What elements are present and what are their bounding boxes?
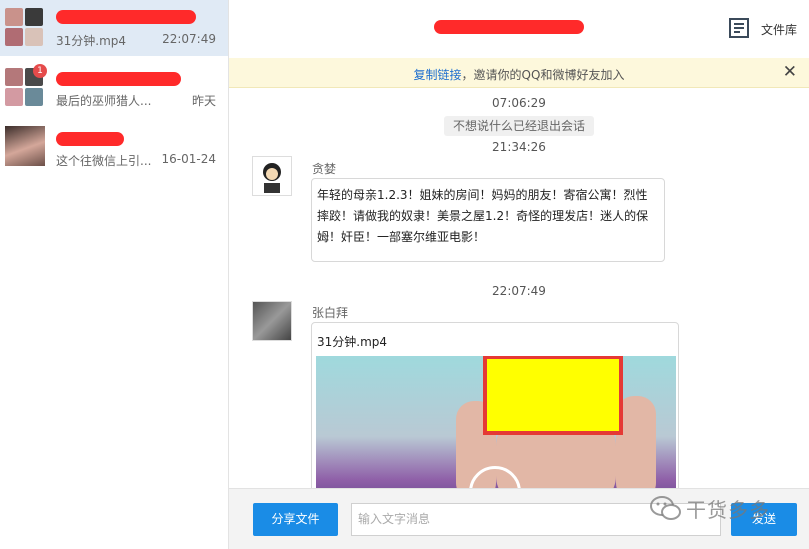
conversation-time: 16-01-24 <box>161 152 216 166</box>
sender-avatar <box>252 301 292 341</box>
conversation-item[interactable]: 31分钟.mp4 22:07:49 <box>0 0 228 56</box>
copy-link[interactable]: 复制链接 <box>414 68 462 82</box>
watermark-text: 干货多多 <box>686 498 770 522</box>
user-avatar <box>5 126 45 166</box>
message-timestamp: 22:07:49 <box>492 284 546 298</box>
message-timestamp: 07:06:29 <box>492 96 546 110</box>
invite-banner: 复制链接，邀请你的QQ和微博好友加入 ✕ <box>229 58 809 88</box>
redacted-chat-title <box>434 20 584 34</box>
watermark: 干货多多 <box>650 490 805 526</box>
conversation-preview: 这个往微信上引... <box>56 154 152 168</box>
redacted-title <box>56 72 181 86</box>
redacted-title <box>56 132 124 146</box>
message-timestamp: 21:34:26 <box>492 140 546 154</box>
share-file-button[interactable]: 分享文件 <box>253 503 338 536</box>
conversation-preview: 31分钟.mp4 <box>56 34 127 48</box>
wechat-icon <box>650 496 681 520</box>
message-bubble: 年轻的母亲1.2.3！姐妹的房间！妈妈的朋友！寄宿公寓！烈性摔跤！请做我的奴隶！… <box>311 178 665 262</box>
sender-name: 贪婪 <box>312 162 337 176</box>
conversation-item[interactable]: 这个往微信上引... 16-01-24 <box>0 120 228 176</box>
group-avatar <box>5 8 43 46</box>
redacted-title <box>56 10 196 24</box>
conversation-time: 昨天 <box>191 94 216 108</box>
conversation-sidebar: 31分钟.mp4 22:07:49 1 最后的巫师猎人... 昨天 这个往微信上… <box>0 0 229 549</box>
conversation-preview: 最后的巫师猎人... <box>56 94 152 108</box>
system-notice: 不想说什么已经退出会话 <box>444 116 594 136</box>
app-window: 31分钟.mp4 22:07:49 1 最后的巫师猎人... 昨天 这个往微信上… <box>0 0 809 549</box>
file-name: 31分钟.mp4 <box>317 335 388 349</box>
file-library-label[interactable]: 文件库 <box>761 21 797 38</box>
chat-header: 文件库 <box>229 0 809 58</box>
sender-avatar <box>252 156 292 196</box>
file-message-bubble[interactable]: 31分钟.mp4 <box>311 322 679 488</box>
unread-badge: 1 <box>33 64 47 78</box>
video-thumbnail[interactable] <box>316 356 676 488</box>
conversation-item[interactable]: 1 最后的巫师猎人... 昨天 <box>0 60 228 116</box>
conversation-time: 22:07:49 <box>162 32 216 46</box>
censor-box <box>483 356 623 435</box>
invite-message: ，邀请你的QQ和微博好友加入 <box>461 68 625 82</box>
close-icon[interactable]: ✕ <box>783 62 797 82</box>
message-area: 07:06:29 不想说什么已经退出会话 21:34:26 贪婪 年轻的母亲1.… <box>229 88 809 488</box>
file-library-icon[interactable] <box>729 18 749 38</box>
sender-name: 张白拜 <box>312 306 349 320</box>
